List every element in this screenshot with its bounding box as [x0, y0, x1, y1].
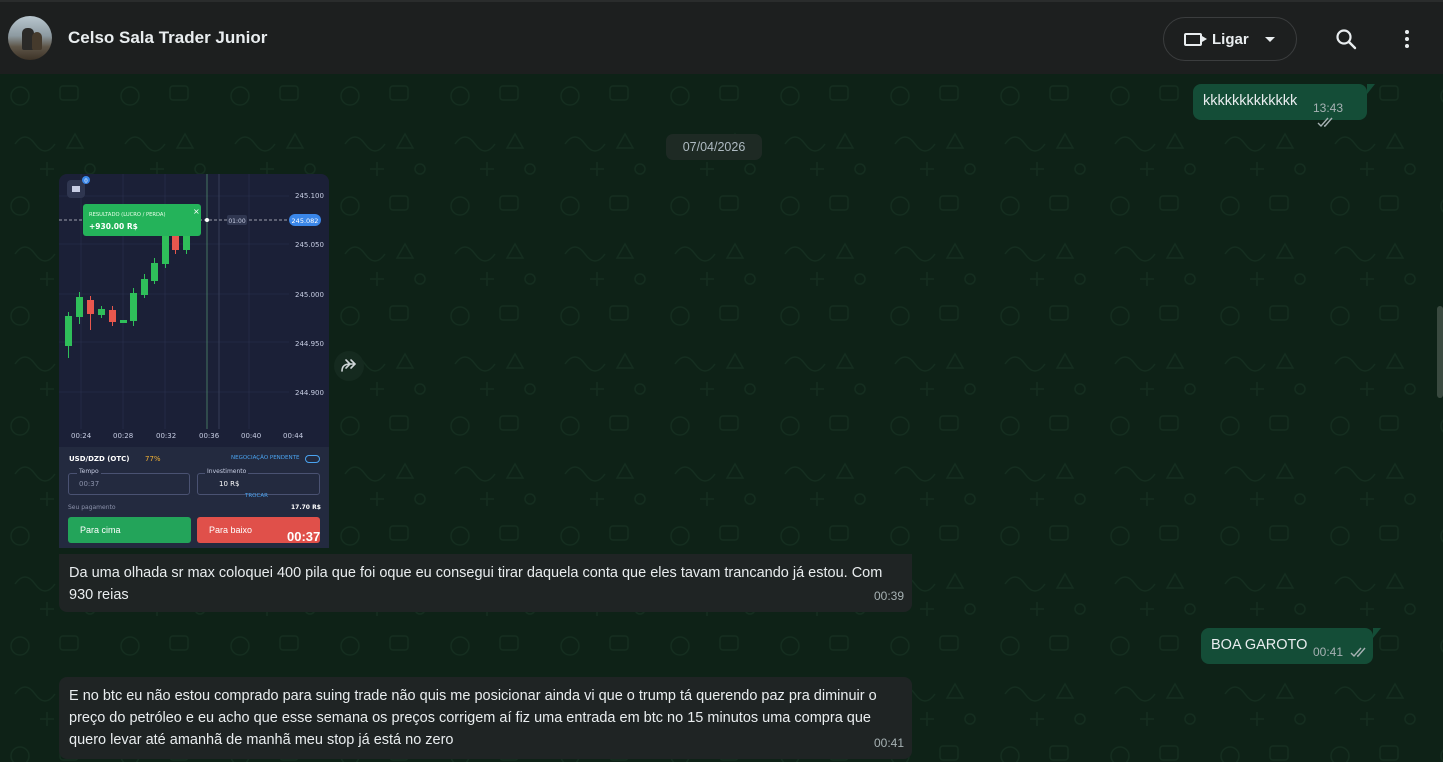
payment-label: Seu pagamento	[68, 504, 116, 511]
message-incoming[interactable]: E no btc eu não estou comprado para suin…	[59, 677, 912, 759]
message-time: 00:41	[873, 736, 904, 750]
message-text: E no btc eu não estou comprado para suin…	[69, 688, 877, 748]
image-message[interactable]: 245.082 01:00 245.100 245.050 245.000 24…	[59, 174, 329, 548]
chevron-down-icon	[1264, 36, 1275, 42]
trade-chart-screenshot: 245.082 01:00 245.100 245.050 245.000 24…	[59, 174, 329, 447]
time-field-value: 00:37	[79, 480, 100, 488]
call-button[interactable]: Ligar	[1163, 17, 1297, 61]
message-time: 13:43	[1313, 101, 1367, 129]
scrollbar[interactable]	[1437, 306, 1443, 398]
invest-field-label: Investimento	[205, 468, 249, 475]
close-icon: ×	[193, 207, 200, 216]
candles	[65, 220, 190, 358]
search-icon[interactable]	[1335, 28, 1357, 50]
time-tick: 00:36	[199, 432, 220, 440]
timer-tag: 01:00	[228, 218, 245, 225]
message-text: kkkkkkkkkkkkk	[1203, 93, 1298, 109]
chat-area[interactable]: kkkkkkkkkkkkk 13:43 07/04/2026 245.082 0…	[0, 74, 1443, 762]
contact-name[interactable]: Celso Sala Trader Junior	[68, 28, 267, 48]
countdown: 00:37	[287, 529, 321, 544]
result-value: +930.00 R$	[89, 222, 138, 231]
time-tick: 00:32	[156, 432, 176, 440]
video-icon	[1184, 32, 1202, 46]
message-text: Da uma olhada sr max coloquei 400 pila q…	[69, 565, 883, 603]
invest-field	[197, 473, 320, 495]
price-level: 245.100	[295, 192, 324, 200]
swap-label: TROCAR	[245, 493, 268, 499]
price-level: 244.900	[295, 389, 324, 397]
candlestick-chart: 245.082 01:00 245.100 245.050 245.000 24…	[59, 174, 324, 440]
current-price: 245.082	[292, 217, 319, 225]
message-outgoing[interactable]: kkkkkkkkkkkkk 13:43	[1193, 84, 1375, 128]
time-tick: 00:40	[241, 432, 261, 440]
notification-badge: 0	[84, 179, 88, 185]
pending-label: NEGOCIAÇÃO PENDENTE	[231, 455, 300, 461]
price-level: 245.050	[295, 241, 324, 249]
time-tick: 00:44	[283, 432, 304, 440]
message-text: BOA GAROTO	[1211, 637, 1308, 653]
time-field-label: Tempo	[77, 468, 101, 475]
pending-toggle	[305, 455, 320, 463]
call-label: Ligar	[1212, 30, 1249, 48]
result-label: RESULTADO (LUCRO / PERDA)	[89, 212, 165, 218]
double-check-icon	[1317, 117, 1333, 128]
payment-value: 17.70 R$	[291, 504, 321, 511]
avatar[interactable]	[8, 16, 52, 60]
chat-header: Celso Sala Trader Junior Ligar	[0, 0, 1443, 74]
message-time: 00:39	[873, 589, 904, 603]
time-tick: 00:24	[71, 432, 92, 440]
date-divider: 07/04/2026	[666, 134, 762, 160]
more-options-icon[interactable]	[1398, 28, 1416, 50]
message-outgoing[interactable]: BOA GAROTO 00:41	[1201, 628, 1381, 664]
invest-field-value: 10 R$	[219, 480, 240, 488]
avatar-figure-2	[32, 32, 42, 50]
pair-label: USD/DZD (OTC)	[69, 455, 130, 463]
time-tick: 00:28	[113, 432, 133, 440]
double-check-icon	[1350, 647, 1366, 658]
payout-pct: 77%	[145, 455, 161, 463]
price-level: 244.950	[295, 340, 324, 348]
message-incoming[interactable]: Da uma olhada sr max coloquei 400 pila q…	[59, 554, 912, 612]
up-button: Para cima	[68, 517, 191, 543]
forward-icon[interactable]	[334, 351, 364, 381]
message-time: 00:41	[1313, 645, 1368, 659]
price-level: 245.000	[295, 291, 324, 299]
